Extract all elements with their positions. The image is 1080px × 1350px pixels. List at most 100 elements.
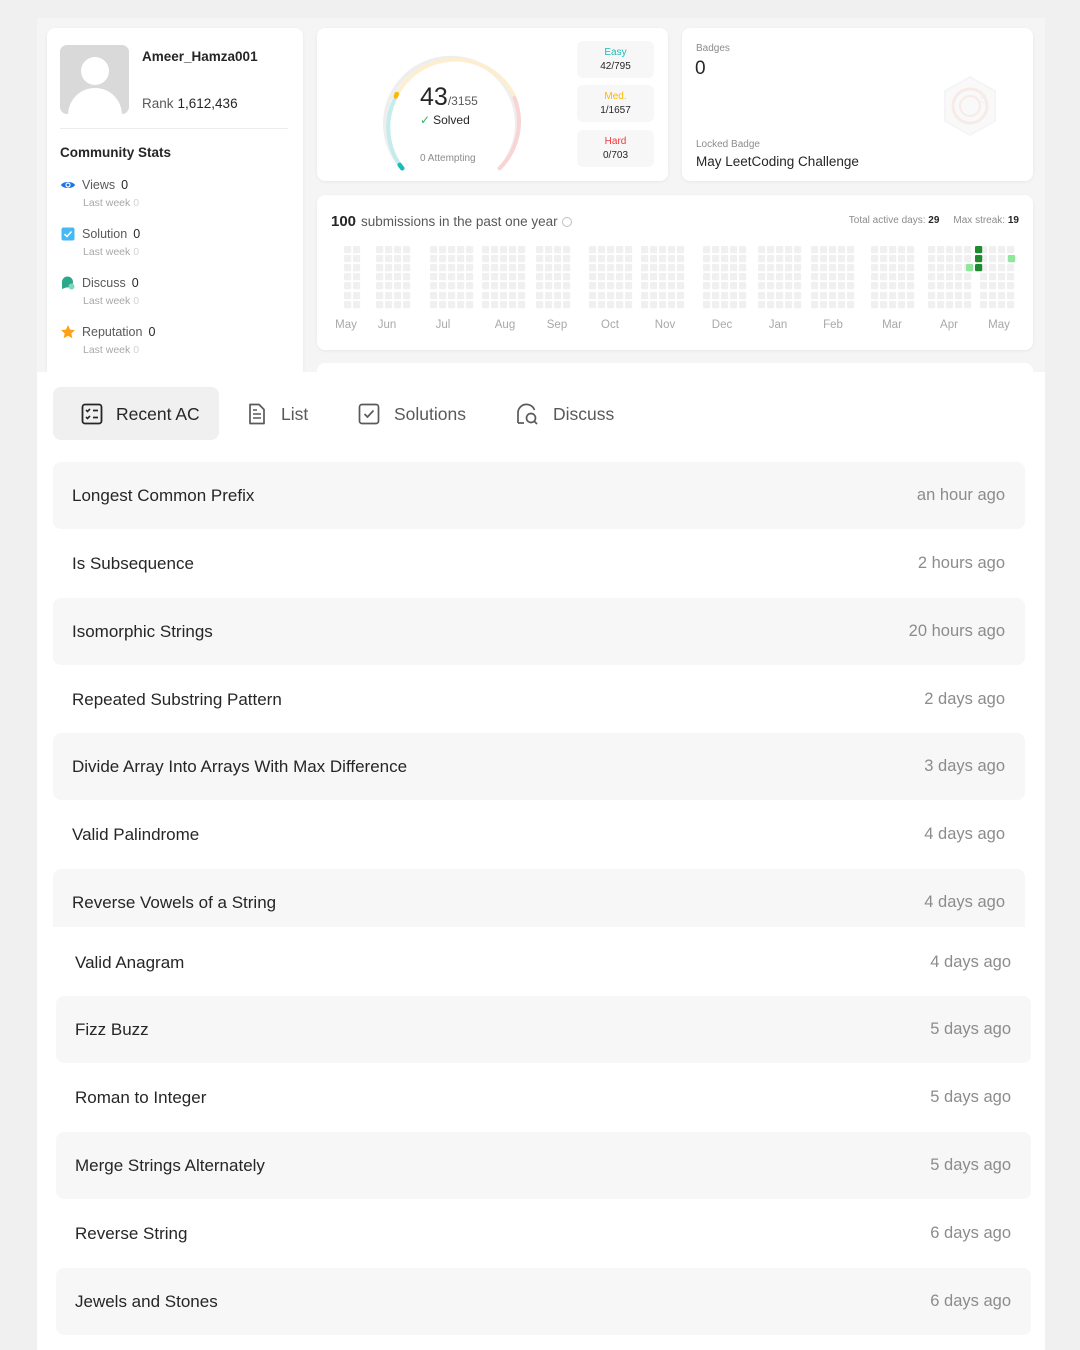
heatmap-cell[interactable] [758, 246, 766, 254]
heatmap-cell[interactable] [898, 246, 906, 254]
heatmap-cell[interactable] [721, 255, 729, 263]
heatmap-cell[interactable] [641, 273, 649, 281]
heatmap-cell[interactable] [554, 301, 562, 309]
heatmap-cell[interactable] [871, 301, 879, 309]
heatmap-cell[interactable] [946, 292, 954, 300]
heatmap-cell[interactable] [448, 282, 456, 290]
heatmap-cell[interactable] [545, 292, 553, 300]
heatmap-cell[interactable] [758, 282, 766, 290]
heatmap-cell[interactable] [767, 282, 775, 290]
heatmap-cell[interactable] [430, 273, 438, 281]
heatmap-cell[interactable] [980, 273, 988, 281]
heatmap-cell[interactable] [439, 292, 447, 300]
heatmap-cell[interactable] [928, 264, 936, 272]
heatmap-cell[interactable] [829, 292, 837, 300]
heatmap-cell[interactable] [430, 264, 438, 272]
heatmap-cell[interactable] [448, 264, 456, 272]
heatmap-cell[interactable] [491, 301, 499, 309]
heatmap-cell[interactable] [871, 264, 879, 272]
heatmap-cell[interactable] [928, 282, 936, 290]
heatmap-cell[interactable] [344, 255, 352, 263]
heatmap-cell[interactable] [518, 273, 526, 281]
heatmap-cell[interactable] [730, 301, 738, 309]
heatmap-cell[interactable] [998, 246, 1006, 254]
heatmap-cell[interactable] [466, 255, 474, 263]
heatmap-cell[interactable] [776, 282, 784, 290]
heatmap-cell[interactable] [767, 264, 775, 272]
heatmap-cell[interactable] [641, 301, 649, 309]
heatmap-cell[interactable] [964, 255, 972, 263]
heatmap-cell[interactable] [955, 264, 963, 272]
heatmap-cell[interactable] [509, 301, 517, 309]
heatmap-cell[interactable] [767, 301, 775, 309]
heatmap-cell[interactable] [616, 282, 624, 290]
heatmap-cell[interactable] [758, 301, 766, 309]
heatmap-cell[interactable] [491, 264, 499, 272]
heatmap-cell[interactable] [500, 246, 508, 254]
heatmap-cell[interactable] [385, 273, 393, 281]
heatmap-cell[interactable] [607, 255, 615, 263]
heatmap-cell[interactable] [641, 282, 649, 290]
heatmap-cell[interactable] [500, 292, 508, 300]
heatmap-cell[interactable] [518, 246, 526, 254]
heatmap-cell[interactable] [785, 292, 793, 300]
heatmap-cell[interactable] [482, 246, 490, 254]
heatmap-cell[interactable] [937, 246, 945, 254]
heatmap-cell[interactable] [898, 264, 906, 272]
heatmap-cell[interactable] [394, 301, 402, 309]
heatmap-cell[interactable] [403, 264, 411, 272]
heatmap-cell[interactable] [536, 255, 544, 263]
heatmap-cell[interactable] [785, 246, 793, 254]
heatmap-cell[interactable] [659, 301, 667, 309]
heatmap-cell[interactable] [439, 264, 447, 272]
heatmap-cell[interactable] [889, 273, 897, 281]
heatmap-cell[interactable] [739, 273, 747, 281]
heatmap-cell[interactable] [838, 301, 846, 309]
heatmap-cell[interactable] [946, 282, 954, 290]
heatmap-cell[interactable] [536, 301, 544, 309]
heatmap-cell[interactable] [536, 264, 544, 272]
heatmap-cell[interactable] [625, 246, 633, 254]
heatmap-cell[interactable] [946, 273, 954, 281]
list-item[interactable]: Reverse String 6 days ago [56, 1200, 1031, 1267]
heatmap-cell[interactable] [937, 273, 945, 281]
heatmap-cell[interactable] [898, 282, 906, 290]
heatmap-cell[interactable] [385, 264, 393, 272]
heatmap-cell[interactable] [955, 255, 963, 263]
heatmap-cell[interactable] [625, 273, 633, 281]
heatmap-cell[interactable] [607, 264, 615, 272]
heatmap-cell[interactable] [376, 246, 384, 254]
heatmap-cell[interactable] [964, 282, 972, 290]
heatmap-cell[interactable] [482, 292, 490, 300]
heatmap-cell[interactable] [776, 264, 784, 272]
heatmap-cell[interactable] [880, 264, 888, 272]
heatmap-cell[interactable] [394, 273, 402, 281]
heatmap-cell[interactable] [659, 282, 667, 290]
heatmap-cell[interactable] [563, 246, 571, 254]
list-item[interactable]: Fizz Buzz 5 days ago [56, 996, 1031, 1063]
heatmap-cell[interactable] [394, 282, 402, 290]
heatmap-cell[interactable] [598, 246, 606, 254]
heatmap-cell[interactable] [1007, 273, 1015, 281]
heatmap-cell[interactable] [829, 273, 837, 281]
heatmap-cell[interactable] [457, 273, 465, 281]
heatmap-cell[interactable] [403, 273, 411, 281]
heatmap-cell[interactable] [376, 264, 384, 272]
heatmap-cell[interactable] [509, 246, 517, 254]
heatmap-cell[interactable] [344, 282, 352, 290]
heatmap-cell[interactable] [785, 255, 793, 263]
heatmap-cell[interactable] [847, 282, 855, 290]
heatmap-cell[interactable] [703, 301, 711, 309]
heatmap-cell[interactable] [376, 255, 384, 263]
heatmap-cell[interactable] [820, 255, 828, 263]
heatmap-cell[interactable] [998, 301, 1006, 309]
heatmap-cell[interactable] [880, 255, 888, 263]
heatmap-cell[interactable] [650, 264, 658, 272]
heatmap-cell[interactable] [376, 282, 384, 290]
list-item[interactable]: Valid Palindrome 4 days ago [53, 801, 1025, 868]
heatmap-cell[interactable] [589, 292, 597, 300]
heatmap-cell[interactable] [880, 246, 888, 254]
heatmap-cell[interactable] [703, 246, 711, 254]
heatmap-cell[interactable] [811, 255, 819, 263]
heatmap-cell[interactable] [847, 301, 855, 309]
